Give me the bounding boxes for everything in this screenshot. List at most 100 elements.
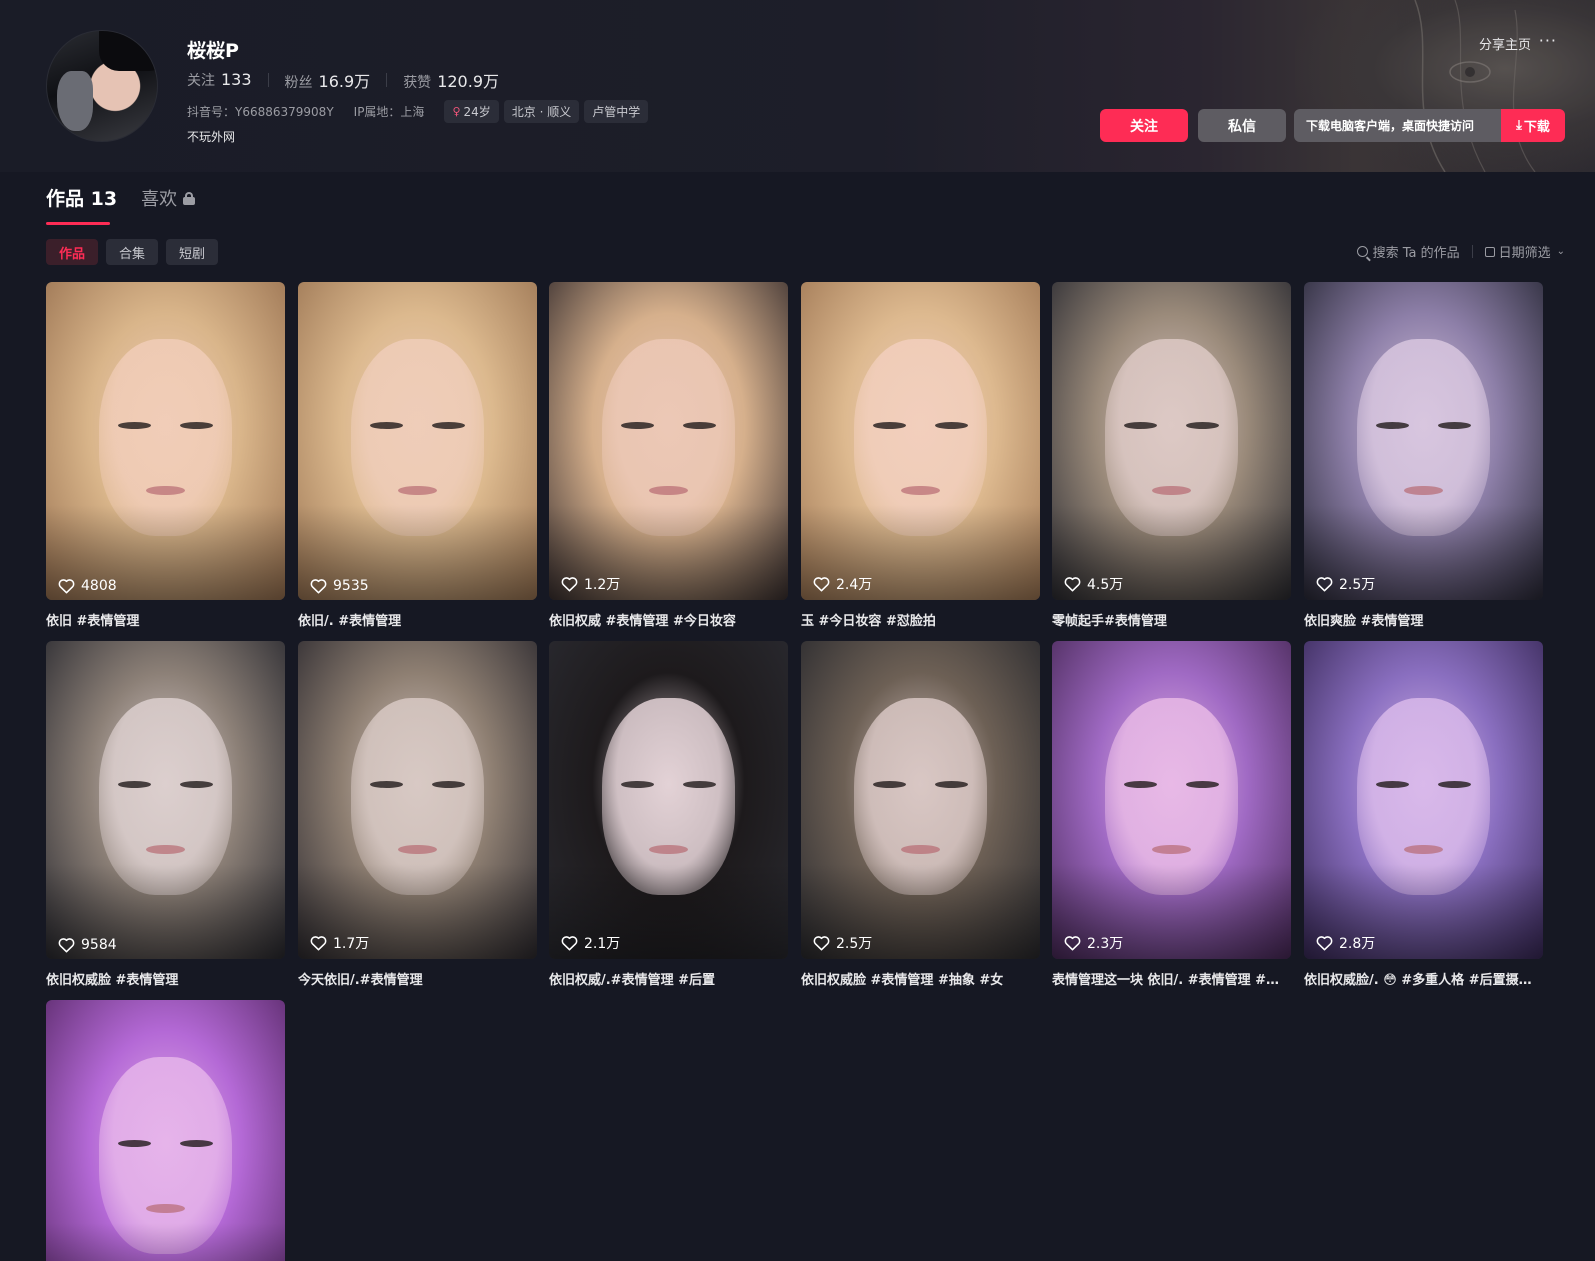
download-banner-text: 下载电脑客户端，桌面快捷访问 xyxy=(1306,119,1475,133)
tag-label: 24岁 xyxy=(463,105,491,119)
thumbnail-lips xyxy=(1152,844,1191,855)
like-count-value: 2.8万 xyxy=(1339,936,1376,952)
video-card[interactable]: 2.4万玉 #今日妆容 #怼脸拍 xyxy=(801,282,1040,629)
content-filter-chips: 作品 合集 短剧 xyxy=(46,239,219,265)
search-works-button[interactable]: 搜索 Ta 的作品 xyxy=(1356,242,1460,261)
thumbnail-lips xyxy=(901,844,940,855)
thumbnail-eye xyxy=(431,780,466,788)
video-title[interactable]: 依旧权威脸/. 😳 #多重人格 #后置摄… xyxy=(1304,969,1543,988)
video-card[interactable]: 2.5万依旧爽脸 #表情管理 xyxy=(1304,282,1543,629)
like-count: 2.5万 xyxy=(1316,574,1375,594)
lock-icon xyxy=(183,191,196,205)
thumbnail-eye xyxy=(1123,421,1158,429)
video-card[interactable]: 9535 依旧/. #表情管理 xyxy=(298,282,537,629)
video-thumbnail[interactable]: 9535 xyxy=(298,282,537,600)
thumbnail-eye xyxy=(117,421,152,429)
thumbnail-lips xyxy=(146,844,185,855)
stat-following[interactable]: 关注 133 xyxy=(187,70,252,90)
video-thumbnail[interactable]: 9584 xyxy=(46,641,285,959)
video-thumbnail[interactable]: 2.5万 xyxy=(1304,282,1543,600)
video-title[interactable]: 依旧 #表情管理 xyxy=(46,610,285,629)
video-card[interactable]: 2.8万依旧权威脸/. 😳 #多重人格 #后置摄… xyxy=(1304,641,1543,988)
video-thumbnail[interactable]: 4808 xyxy=(46,282,285,600)
tag-label: 卢管中学 xyxy=(592,105,641,119)
message-button[interactable]: 私信 xyxy=(1198,109,1286,142)
thumbnail-eye xyxy=(431,421,466,429)
video-title[interactable]: 今天依旧/.#表情管理 xyxy=(298,969,537,988)
share-profile-button[interactable]: 分享主页 xyxy=(1479,34,1531,53)
tab-likes-label: 喜欢 xyxy=(141,189,178,210)
video-title[interactable]: 表情管理这一块 依旧/. #表情管理 #… xyxy=(1052,969,1291,988)
thumbnail-lips xyxy=(1152,485,1191,496)
heart-icon xyxy=(58,579,75,594)
like-count-value: 4.5万 xyxy=(1087,577,1124,593)
stat-likes: 获赞 120.9万 xyxy=(403,68,499,92)
avatar[interactable] xyxy=(46,30,158,142)
more-options-icon[interactable]: ··· xyxy=(1539,31,1557,50)
tag-location: 北京 · 顺义 xyxy=(503,100,580,123)
video-title[interactable]: 依旧权威 #表情管理 #今日妆容 xyxy=(549,610,788,629)
follow-button[interactable]: 关注 xyxy=(1100,109,1188,142)
video-card[interactable]: 2.5万依旧权威脸 #表情管理 #抽象 #女 xyxy=(801,641,1040,988)
tag-label: 北京 · 顺义 xyxy=(511,105,572,119)
calendar-icon xyxy=(1484,246,1495,257)
download-button[interactable]: ⤓ 下载 xyxy=(1501,109,1565,142)
thumbnail-lips xyxy=(901,485,940,496)
heart-icon xyxy=(58,938,75,953)
video-card[interactable]: 9584 依旧权威脸 #表情管理 xyxy=(46,641,285,988)
tab-works[interactable]: 作品 13 xyxy=(46,184,117,225)
chip-collections[interactable]: 合集 xyxy=(106,239,159,265)
like-count: 1.2万 xyxy=(561,574,620,594)
date-filter-dropdown[interactable]: 日期筛选 ⌄ xyxy=(1484,242,1565,261)
heart-icon xyxy=(561,577,578,592)
thumbnail-eye xyxy=(179,421,214,429)
thumbnail-eye xyxy=(1123,780,1158,788)
tag-age: ♀ 24岁 xyxy=(444,100,499,123)
stat-label: 粉丝 xyxy=(284,75,313,91)
thumbnail-eye xyxy=(179,1139,214,1147)
video-card[interactable] xyxy=(46,1000,285,1261)
chip-works[interactable]: 作品 xyxy=(46,239,99,265)
video-thumbnail[interactable]: 4.5万 xyxy=(1052,282,1291,600)
video-card[interactable]: 1.2万依旧权威 #表情管理 #今日妆容 xyxy=(549,282,788,629)
works-toolbar: 搜索 Ta 的作品 日期筛选 ⌄ xyxy=(1356,242,1565,261)
ip-location: IP属地：上海 xyxy=(353,105,425,119)
video-thumbnail[interactable]: 2.4万 xyxy=(801,282,1040,600)
video-card[interactable]: 2.1万依旧权威/.#表情管理 #后置 xyxy=(549,641,788,988)
thumbnail-eye xyxy=(872,780,907,788)
heart-icon xyxy=(561,936,578,951)
video-title[interactable]: 零帧起手#表情管理 xyxy=(1052,610,1291,629)
video-title[interactable]: 玉 #今日妆容 #怼脸拍 xyxy=(801,610,1040,629)
video-title[interactable]: 依旧/. #表情管理 xyxy=(298,610,537,629)
video-thumbnail[interactable]: 2.5万 xyxy=(801,641,1040,959)
video-card[interactable]: 1.7万今天依旧/.#表情管理 xyxy=(298,641,537,988)
video-card[interactable]: 2.3万表情管理这一块 依旧/. #表情管理 #… xyxy=(1052,641,1291,988)
download-client-banner: 下载电脑客户端，桌面快捷访问 ⤓ 下载 xyxy=(1294,109,1565,142)
video-thumbnail[interactable]: 2.3万 xyxy=(1052,641,1291,959)
heart-icon xyxy=(1316,577,1333,592)
chip-short-dramas[interactable]: 短剧 xyxy=(166,239,219,265)
like-count-value: 2.3万 xyxy=(1087,936,1124,952)
video-card[interactable]: 4.5万零帧起手#表情管理 xyxy=(1052,282,1291,629)
thumbnail-eye xyxy=(1375,780,1410,788)
tag-school: 卢管中学 xyxy=(584,100,649,123)
video-thumbnail[interactable]: 1.2万 xyxy=(549,282,788,600)
tab-likes[interactable]: 喜欢 xyxy=(141,185,196,225)
video-thumbnail[interactable]: 2.1万 xyxy=(549,641,788,959)
video-title[interactable]: 依旧权威脸 #表情管理 #抽象 #女 xyxy=(801,969,1040,988)
thumbnail-eye xyxy=(682,421,717,429)
stat-followers[interactable]: 粉丝 16.9万 xyxy=(285,68,371,92)
thumbnail-eye xyxy=(1437,421,1472,429)
video-title[interactable]: 依旧爽脸 #表情管理 xyxy=(1304,610,1543,629)
video-thumbnail[interactable] xyxy=(46,1000,285,1261)
heart-icon xyxy=(813,936,830,951)
video-card[interactable]: 4808 依旧 #表情管理 xyxy=(46,282,285,629)
video-title[interactable]: 依旧权威/.#表情管理 #后置 xyxy=(549,969,788,988)
search-icon xyxy=(1356,246,1368,257)
stat-value: 133 xyxy=(221,70,252,89)
stat-label: 获赞 xyxy=(403,75,432,91)
video-title[interactable]: 依旧权威脸 #表情管理 xyxy=(46,969,285,988)
like-count-value: 9535 xyxy=(333,578,369,594)
video-thumbnail[interactable]: 2.8万 xyxy=(1304,641,1543,959)
video-thumbnail[interactable]: 1.7万 xyxy=(298,641,537,959)
